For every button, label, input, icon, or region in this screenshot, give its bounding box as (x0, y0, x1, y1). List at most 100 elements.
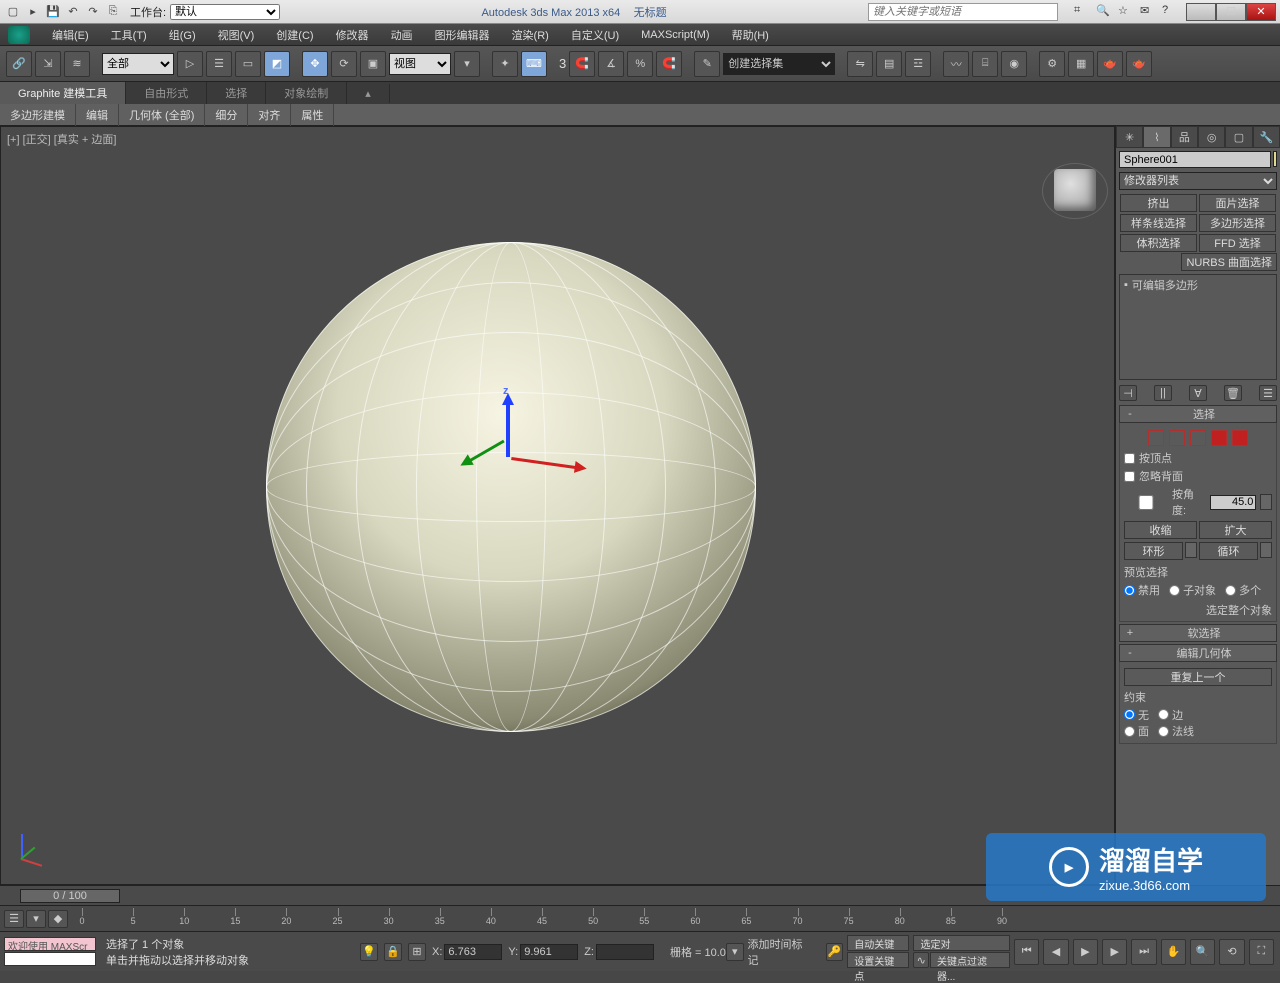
ribbon-tab-freeform[interactable]: 自由形式 (126, 82, 207, 104)
window-crossing-icon[interactable]: ◩ (264, 51, 290, 77)
ignore-backfacing-checkbox[interactable] (1124, 471, 1135, 482)
schematic-icon[interactable]: ⌸ (972, 51, 998, 77)
link-icon[interactable]: 🔗 (6, 51, 32, 77)
menu-group[interactable]: 组(G) (159, 27, 206, 43)
menu-anim[interactable]: 动画 (381, 27, 423, 43)
window-maximize[interactable]: ☐ (1216, 3, 1246, 21)
cmd-tab-display-icon[interactable]: ▢ (1225, 126, 1252, 148)
stack-item-editable-poly[interactable]: 可编辑多边形 (1132, 277, 1198, 293)
rollout-softsel-header[interactable]: +软选择 (1119, 624, 1277, 642)
goto-start-icon[interactable]: ⏮ (1014, 939, 1039, 965)
ring-spinner[interactable] (1185, 542, 1197, 558)
search-icon[interactable]: 🔍 (1096, 4, 1112, 20)
exchange-icon[interactable]: ⌗ (1074, 4, 1090, 20)
trackbar-filter-icon[interactable]: ▾ (26, 910, 46, 928)
coord-z-input[interactable] (596, 944, 654, 960)
menu-custom[interactable]: 自定义(U) (561, 27, 629, 43)
mod-btn-ffdsel[interactable]: FFD 选择 (1199, 234, 1276, 252)
ref-coord-select[interactable]: 视图 (389, 53, 451, 75)
modifier-stack[interactable]: ▪ 可编辑多边形 (1119, 274, 1277, 380)
pin-stack-icon[interactable]: ⊣ (1119, 385, 1137, 401)
align-icon[interactable]: ▤ (876, 51, 902, 77)
nav-orbit-icon[interactable]: ⟲ (1219, 939, 1244, 965)
rollout-selection-header[interactable]: -选择 (1119, 405, 1277, 423)
play-icon[interactable]: ▶ (1073, 939, 1098, 965)
so-edge-icon[interactable] (1169, 430, 1185, 446)
prev-frame-icon[interactable]: ◀ (1043, 939, 1068, 965)
menu-help[interactable]: 帮助(H) (722, 27, 779, 43)
search-input[interactable] (868, 3, 1058, 21)
ribbon-collapse-icon[interactable]: ▴ (347, 84, 390, 103)
mod-btn-extrude[interactable]: 挤出 (1120, 194, 1197, 212)
coord-display-icon[interactable]: ⊞ (408, 943, 426, 961)
constraint-face-radio[interactable] (1124, 726, 1135, 737)
next-frame-icon[interactable]: ▶ (1102, 939, 1127, 965)
viewport[interactable]: [+] [正交] [真实 + 边面] z (0, 126, 1115, 885)
so-border-icon[interactable] (1190, 430, 1206, 446)
app-menu-icon[interactable] (8, 26, 30, 44)
menu-create[interactable]: 创建(C) (266, 27, 323, 43)
preview-multi-radio[interactable] (1225, 585, 1236, 596)
show-end-result-icon[interactable]: || (1154, 385, 1172, 401)
ribbon-panel-align[interactable]: 对齐 (248, 104, 291, 126)
render-icon[interactable]: 🫖 (1097, 51, 1123, 77)
menu-maxscript[interactable]: MAXScript(M) (631, 29, 719, 41)
rotate-icon[interactable]: ⟳ (331, 51, 357, 77)
nav-maximize-icon[interactable]: ⛶ (1249, 939, 1274, 965)
configure-sets-icon[interactable]: ☰ (1259, 385, 1277, 401)
redo-icon[interactable]: ↷ (84, 3, 102, 21)
object-color-swatch[interactable] (1273, 151, 1277, 167)
maxscript-input[interactable] (4, 952, 96, 966)
mod-btn-nurbs[interactable]: NURBS 曲面选择 (1181, 253, 1277, 271)
select-object-icon[interactable]: ▷ (177, 51, 203, 77)
cmd-tab-create-icon[interactable]: ✳ (1116, 126, 1143, 148)
curve-editor-icon[interactable]: 〰 (943, 51, 969, 77)
unlink-icon[interactable]: ⇲ (35, 51, 61, 77)
open-icon[interactable]: ▸ (24, 3, 42, 21)
modifier-list[interactable]: 修改器列表 (1119, 172, 1277, 190)
keymode-icon[interactable]: ∿ (913, 952, 929, 968)
mod-btn-patchsel[interactable]: 面片选择 (1199, 194, 1276, 212)
percent-snap-icon[interactable]: % (627, 51, 653, 77)
setkey-button[interactable]: 设置关键点 (847, 952, 909, 968)
ribbon-tab-paint[interactable]: 对象绘制 (266, 82, 347, 104)
menu-modifiers[interactable]: 修改器 (326, 27, 379, 43)
menu-tools[interactable]: 工具(T) (101, 27, 157, 43)
timetag-icon[interactable]: ▾ (726, 943, 744, 961)
lock-icon[interactable]: 💡 (360, 943, 378, 961)
mod-btn-splinesel[interactable]: 样条线选择 (1120, 214, 1197, 232)
material-editor-icon[interactable]: ◉ (1001, 51, 1027, 77)
named-sel-edit-icon[interactable]: ✎ (694, 51, 720, 77)
ribbon-panel-subdiv[interactable]: 细分 (205, 104, 248, 126)
cmd-tab-modify-icon[interactable]: ⌇ (1143, 126, 1170, 148)
time-slider-thumb[interactable]: 0 / 100 (20, 889, 120, 903)
new-icon[interactable]: ▢ (4, 3, 22, 21)
cmd-tab-motion-icon[interactable]: ◎ (1198, 126, 1225, 148)
nav-zoom-icon[interactable]: 🔍 (1190, 939, 1215, 965)
bind-icon[interactable]: ≋ (64, 51, 90, 77)
loop-button[interactable]: 循环 (1199, 542, 1258, 560)
so-element-icon[interactable] (1232, 430, 1248, 446)
angle-snap-icon[interactable]: ∡ (598, 51, 624, 77)
preview-subobj-radio[interactable] (1169, 585, 1180, 596)
scale-icon[interactable]: ▣ (360, 51, 386, 77)
mod-btn-polysel[interactable]: 多边形选择 (1199, 214, 1276, 232)
key-icon[interactable]: 🔑 (826, 943, 844, 961)
object-name-input[interactable] (1119, 151, 1271, 168)
workspace-select[interactable]: 默认 (170, 4, 280, 20)
so-vertex-icon[interactable] (1148, 430, 1164, 446)
loop-spinner[interactable] (1260, 542, 1272, 558)
ribbon-panel-polymodel[interactable]: 多边形建模 (0, 104, 76, 126)
menu-edit[interactable]: 编辑(E) (42, 27, 99, 43)
repeat-last-button[interactable]: 重复上一个 (1124, 668, 1272, 686)
mod-btn-volsel[interactable]: 体积选择 (1120, 234, 1197, 252)
constraint-normal-radio[interactable] (1158, 726, 1169, 737)
coord-x-input[interactable] (444, 944, 502, 960)
selection-filter[interactable]: 全部 (102, 53, 174, 75)
maxscript-listener[interactable]: 欢迎使用 MAXScr (4, 937, 96, 951)
trackbar-key-icon[interactable]: ◆ (48, 910, 68, 928)
viewcube[interactable] (1054, 169, 1096, 211)
remove-mod-icon[interactable]: 🗑 (1224, 385, 1242, 401)
keyfilter-button[interactable]: 关键点过滤器... (930, 952, 1010, 968)
select-name-icon[interactable]: ☰ (206, 51, 232, 77)
